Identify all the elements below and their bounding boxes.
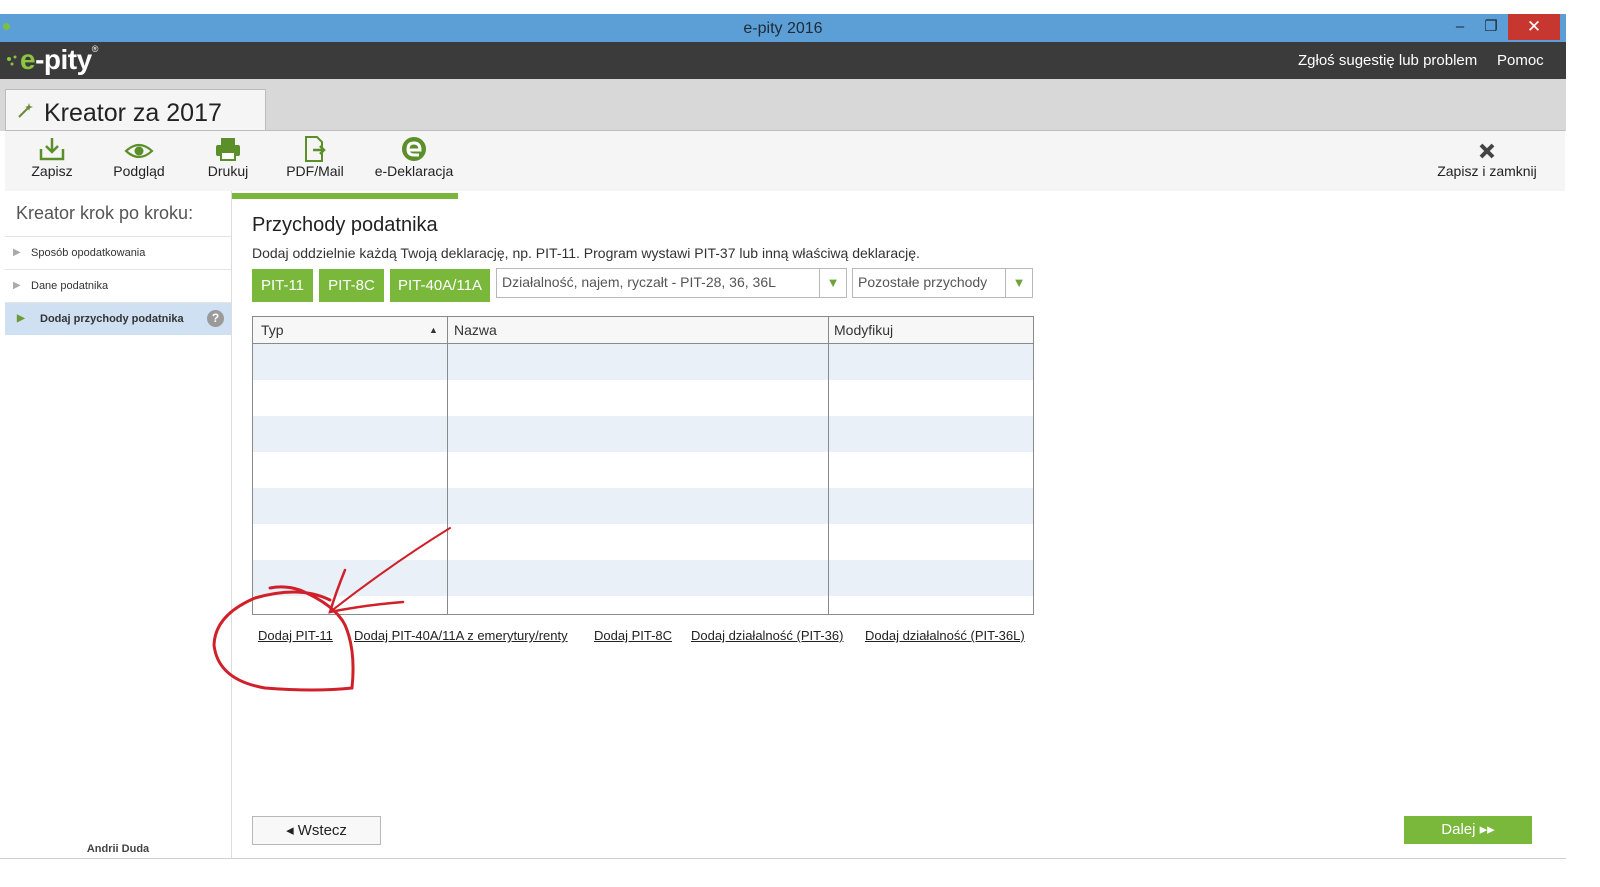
table-row xyxy=(253,344,1033,380)
sidebar-item-add-income[interactable]: ▶ Dodaj przychody podatnika ? xyxy=(5,302,231,335)
wizard-wand-icon xyxy=(16,100,36,125)
column-divider xyxy=(828,317,829,614)
table-row xyxy=(253,452,1033,488)
sidebar-item-label: Dane podatnika xyxy=(31,280,109,292)
sort-ascending-icon: ▲ xyxy=(429,325,438,335)
help-icon[interactable]: ? xyxy=(207,310,224,327)
sidebar-item-label: Dodaj przychody podatnika xyxy=(40,313,184,325)
add-pit40a-button[interactable]: PIT-40A/11A xyxy=(390,269,490,302)
tab-wizard[interactable]: Kreator za 2017 xyxy=(5,89,266,134)
print-button[interactable]: Drukuj xyxy=(195,135,261,179)
pdf-mail-label: PDF/Mail xyxy=(286,163,344,179)
logo-registered: ® xyxy=(91,44,99,54)
report-problem-link[interactable]: Zgłoś sugestię lub problem xyxy=(1298,52,1477,69)
window-titlebar: e-pity 2016 ‒ ❐ ✕ xyxy=(0,14,1566,42)
tab-title: Kreator za 2017 xyxy=(44,99,222,127)
app-logo: e-pity® xyxy=(6,44,98,76)
add-business-pit36-link[interactable]: Dodaj działalność (PIT-36) xyxy=(691,628,843,643)
close-window-button[interactable]: ✕ xyxy=(1508,14,1560,40)
save-icon xyxy=(39,138,65,161)
add-pit11-button[interactable]: PIT-11 xyxy=(252,269,313,302)
help-link[interactable]: Pomoc xyxy=(1497,52,1544,69)
add-pit8c-button[interactable]: PIT-8C xyxy=(319,269,384,302)
printer-icon xyxy=(216,138,240,161)
table-header: Typ ▲ Nazwa Modyfikuj xyxy=(253,317,1033,344)
other-income-dropdown[interactable]: Pozostałe przychody ▼ xyxy=(852,268,1033,298)
logo-sparkle-icon xyxy=(7,55,17,66)
table-row xyxy=(253,416,1033,452)
e-declaration-icon xyxy=(402,137,426,161)
page-description: Dodaj oddzielnie każdą Twoją deklarację,… xyxy=(252,245,920,261)
chevron-down-icon[interactable]: ▼ xyxy=(819,269,846,297)
chevron-right-icon: ▶ xyxy=(17,313,25,324)
sidebar-item-label: Sposób opodatkowania xyxy=(31,247,146,259)
print-label: Drukuj xyxy=(207,163,249,179)
chevron-right-icon: ▶ xyxy=(13,247,21,258)
e-declaration-button[interactable]: e-Deklaracja xyxy=(367,135,461,179)
wizard-sidebar: Kreator krok po kroku: ▶ Sposób opodatko… xyxy=(5,191,232,858)
table-row xyxy=(253,524,1033,560)
table-row xyxy=(253,560,1033,596)
table-row xyxy=(253,380,1033,416)
add-pit11-link[interactable]: Dodaj PIT-11 xyxy=(258,628,333,643)
declarations-table: Typ ▲ Nazwa Modyfikuj xyxy=(252,316,1034,615)
column-header-modify[interactable]: Modyfikuj xyxy=(834,322,893,338)
e-declaration-label: e-Deklaracja xyxy=(374,163,454,179)
preview-label: Podgląd xyxy=(113,163,165,179)
pdf-mail-button[interactable]: PDF/Mail xyxy=(275,135,355,179)
sidebar-item-taxpayer-data[interactable]: ▶ Dane podatnika xyxy=(5,269,231,302)
window-title: e-pity 2016 xyxy=(743,20,823,37)
column-header-name[interactable]: Nazwa xyxy=(454,322,497,338)
column-divider xyxy=(447,317,448,614)
column-header-type[interactable]: Typ xyxy=(261,322,284,338)
table-row xyxy=(253,596,1033,614)
maximize-button[interactable]: ❐ xyxy=(1478,14,1504,40)
minimize-button[interactable]: ‒ xyxy=(1448,14,1472,40)
sidebar-item-taxation-method[interactable]: ▶ Sposób opodatkowania xyxy=(5,236,231,269)
chevron-right-icon: ▶ xyxy=(13,280,21,291)
save-button[interactable]: Zapisz xyxy=(17,135,87,179)
user-name: Andrii Duda xyxy=(86,843,150,855)
window-bottom-border xyxy=(0,858,1566,859)
pdf-export-icon xyxy=(305,136,326,162)
add-pit40a-pension-link[interactable]: Dodaj PIT-40A/11A z emerytury/renty xyxy=(354,628,568,643)
save-and-close-label: Zapisz i zamknij xyxy=(1437,163,1537,179)
logo-e: e xyxy=(20,44,36,75)
wizard-progress-bar xyxy=(232,193,458,199)
page-title: Przychody podatnika xyxy=(252,214,438,236)
other-income-value: Pozostałe przychody xyxy=(858,274,988,290)
toolbar: Zapisz Podgląd Drukuj PDF/Mail e-Deklara… xyxy=(5,130,1565,191)
logo-text: -pity xyxy=(35,44,92,75)
add-business-pit36l-link[interactable]: Dodaj działalność (PIT-36L) xyxy=(865,628,1025,643)
app-header: e-pity® Zgłoś sugestię lub problem Pomoc xyxy=(0,42,1566,79)
next-button[interactable]: Dalej ▸▸ xyxy=(1404,816,1532,844)
preview-button[interactable]: Podgląd xyxy=(103,135,175,179)
save-and-close-button[interactable]: Zapisz i zamknij xyxy=(1427,135,1547,179)
tab-strip: Kreator za 2017 xyxy=(0,79,1566,134)
eye-icon xyxy=(124,143,154,159)
back-button[interactable]: ◂ Wstecz xyxy=(252,816,381,845)
table-row xyxy=(253,488,1033,524)
business-income-value: Działalność, najem, ryczałt - PIT-28, 36… xyxy=(502,274,776,290)
add-pit8c-link[interactable]: Dodaj PIT-8C xyxy=(594,628,672,643)
close-x-icon xyxy=(1479,143,1495,159)
business-income-dropdown[interactable]: Działalność, najem, ryczałt - PIT-28, 36… xyxy=(496,268,847,298)
chevron-down-icon[interactable]: ▼ xyxy=(1005,269,1032,297)
save-label: Zapisz xyxy=(31,163,73,179)
sidebar-title: Kreator krok po kroku: xyxy=(16,203,194,223)
